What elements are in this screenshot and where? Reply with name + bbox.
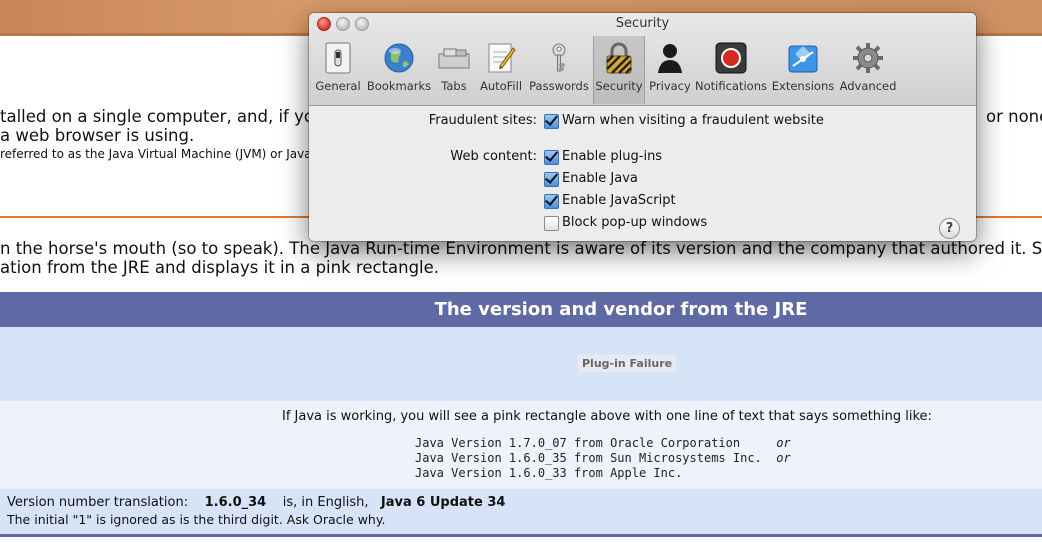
gear-icon [851,41,885,75]
section-text-line: ation from the JRE and displays it in a … [0,258,440,277]
toolbar-label: Passwords [529,79,589,93]
toolbar-bookmarks[interactable]: Bookmarks [367,38,431,104]
toolbar-label: Privacy [649,79,691,93]
toolbar-label: Notifications [695,79,767,93]
toolbar-advanced[interactable]: Advanced [840,38,896,104]
enable-plugins-label[interactable]: Enable plug-ins [562,149,662,164]
toolbar-security[interactable]: Security [593,36,645,104]
warn-fraudulent-checkbox[interactable] [544,114,559,129]
toolbar-label: Advanced [839,79,897,93]
notifications-icon [714,41,748,75]
section-text-line: n the horse's mouth (so to speak). The J… [0,239,1042,258]
jre-header-title: The version and vendor from the JRE [434,299,808,320]
block-popups-checkbox[interactable] [544,216,559,231]
intro-text-line: a web browser is using. [0,126,195,145]
example-line: Java Version 1.6.0_35 from Sun Microsyst… [415,451,791,465]
tabs-icon [437,41,471,75]
toolbar-privacy[interactable]: Privacy [648,38,692,104]
help-button[interactable]: ? [939,218,960,239]
key-icon [542,41,576,75]
jre-table-header: The version and vendor from the JRE [0,292,1042,327]
example-line: Java Version 1.6.0_33 from Apple Inc. [415,466,683,480]
enable-javascript-label[interactable]: Enable JavaScript [562,193,676,208]
enable-plugins-checkbox[interactable] [544,150,559,165]
security-preferences-window: Security General Bookmarks Tabs AutoFill… [309,13,976,241]
toolbar-passwords[interactable]: Passwords [529,38,589,104]
toolbar-label: Bookmarks [366,79,432,93]
web-content-label: Web content: [450,149,537,164]
version-translation: Version number translation: 1.6.0_34 is,… [7,495,506,510]
puzzle-icon [786,41,820,75]
info-line: If Java is working, you will see a pink … [282,409,932,424]
translation-note: The initial "1" is ignored as is the thi… [7,512,386,527]
example-line: Java Version 1.7.0_07 from Oracle Corpor… [415,436,791,450]
toolbar-label: Extensions [771,79,835,93]
intro-text-line: talled on a single computer, and, if yo [0,107,314,126]
fraudulent-sites-label: Fraudulent sites: [428,113,537,128]
window-title: Security [615,16,670,31]
toolbar-extensions[interactable]: Extensions [772,38,834,104]
enable-javascript-checkbox[interactable] [544,194,559,209]
globe-icon [382,41,416,75]
toolbar-label: AutoFill [479,79,523,93]
enable-java-checkbox[interactable] [544,172,559,187]
toolbar-label: Tabs [441,79,467,93]
table-bottom-border [0,534,1042,537]
security-pane: Fraudulent sites: Warn when visiting a f… [309,106,976,241]
intro-small-text: referred to as the Java Virtual Machine … [0,147,312,161]
toolbar-label: General [315,79,361,93]
toolbar-notifications[interactable]: Notifications [695,38,767,104]
toolbar-tabs[interactable]: Tabs [436,38,472,104]
general-switch-icon [321,41,355,75]
lock-icon [602,41,636,75]
intro-text-line-right: or none [986,107,1042,126]
toolbar-label: Security [595,79,643,93]
plugin-failure-badge[interactable]: Plug-in Failure [578,355,677,372]
toolbar-general[interactable]: General [315,38,361,104]
window-titlebar: Security General Bookmarks Tabs AutoFill… [309,13,976,106]
block-popups-label[interactable]: Block pop-up windows [562,215,707,230]
applet-area [0,327,1042,401]
person-silhouette-icon [653,41,687,75]
toolbar-autofill[interactable]: AutoFill [478,38,524,104]
warn-fraudulent-label[interactable]: Warn when visiting a fraudulent website [562,113,824,128]
autofill-pencil-icon [484,41,518,75]
enable-java-label[interactable]: Enable Java [562,171,638,186]
